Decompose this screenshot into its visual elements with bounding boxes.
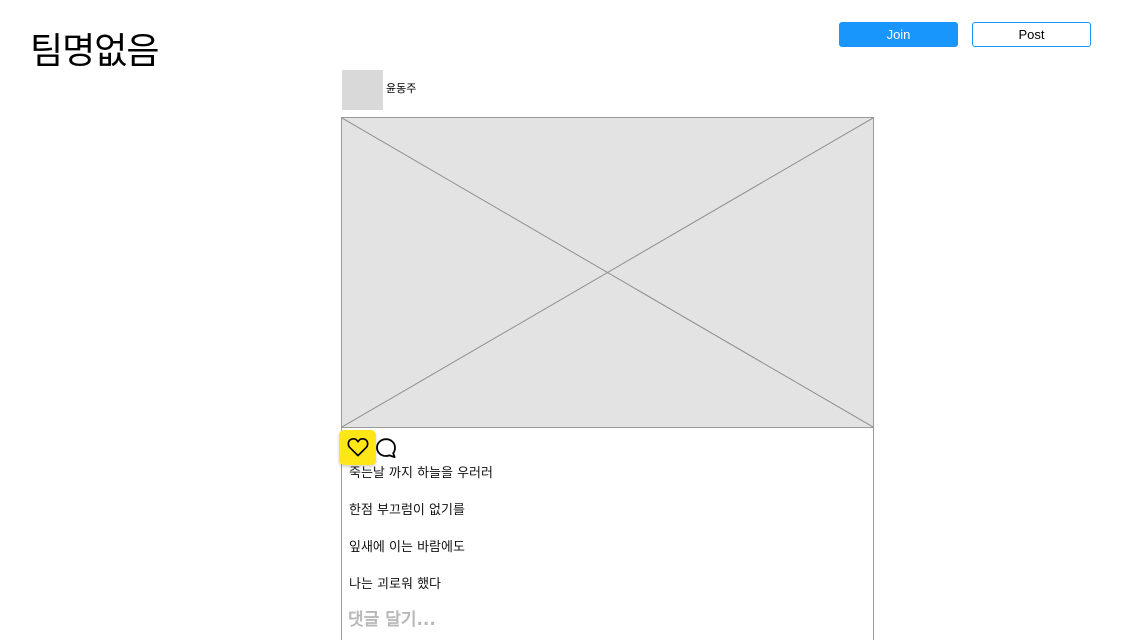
image-placeholder-icon — [342, 118, 873, 427]
avatar[interactable] — [342, 70, 383, 110]
caption-line: 나는 괴로워 했다 — [349, 577, 441, 592]
caption-line: 잎새에 이는 바람에도 — [349, 540, 465, 555]
username[interactable]: 윤동주 — [386, 82, 416, 96]
heart-icon — [347, 437, 369, 457]
brand-title: 팀명없음 — [30, 31, 159, 72]
caption-line: 죽는날 까지 하늘을 우러러 — [349, 466, 493, 481]
comment-input[interactable] — [348, 606, 848, 634]
caption-line: 한점 부끄럼이 없기를 — [349, 503, 465, 518]
comment-bubble-icon — [376, 438, 396, 459]
post-image-placeholder — [341, 117, 874, 428]
like-button[interactable] — [339, 430, 376, 465]
post-button[interactable]: Post — [972, 22, 1091, 47]
page: 팀명없음 Join Post 윤동주 죽는날 까지 하늘을 우러러 한점 부끄럼… — [0, 0, 1130, 640]
join-button[interactable]: Join — [839, 22, 958, 47]
comment-button[interactable] — [374, 436, 398, 460]
